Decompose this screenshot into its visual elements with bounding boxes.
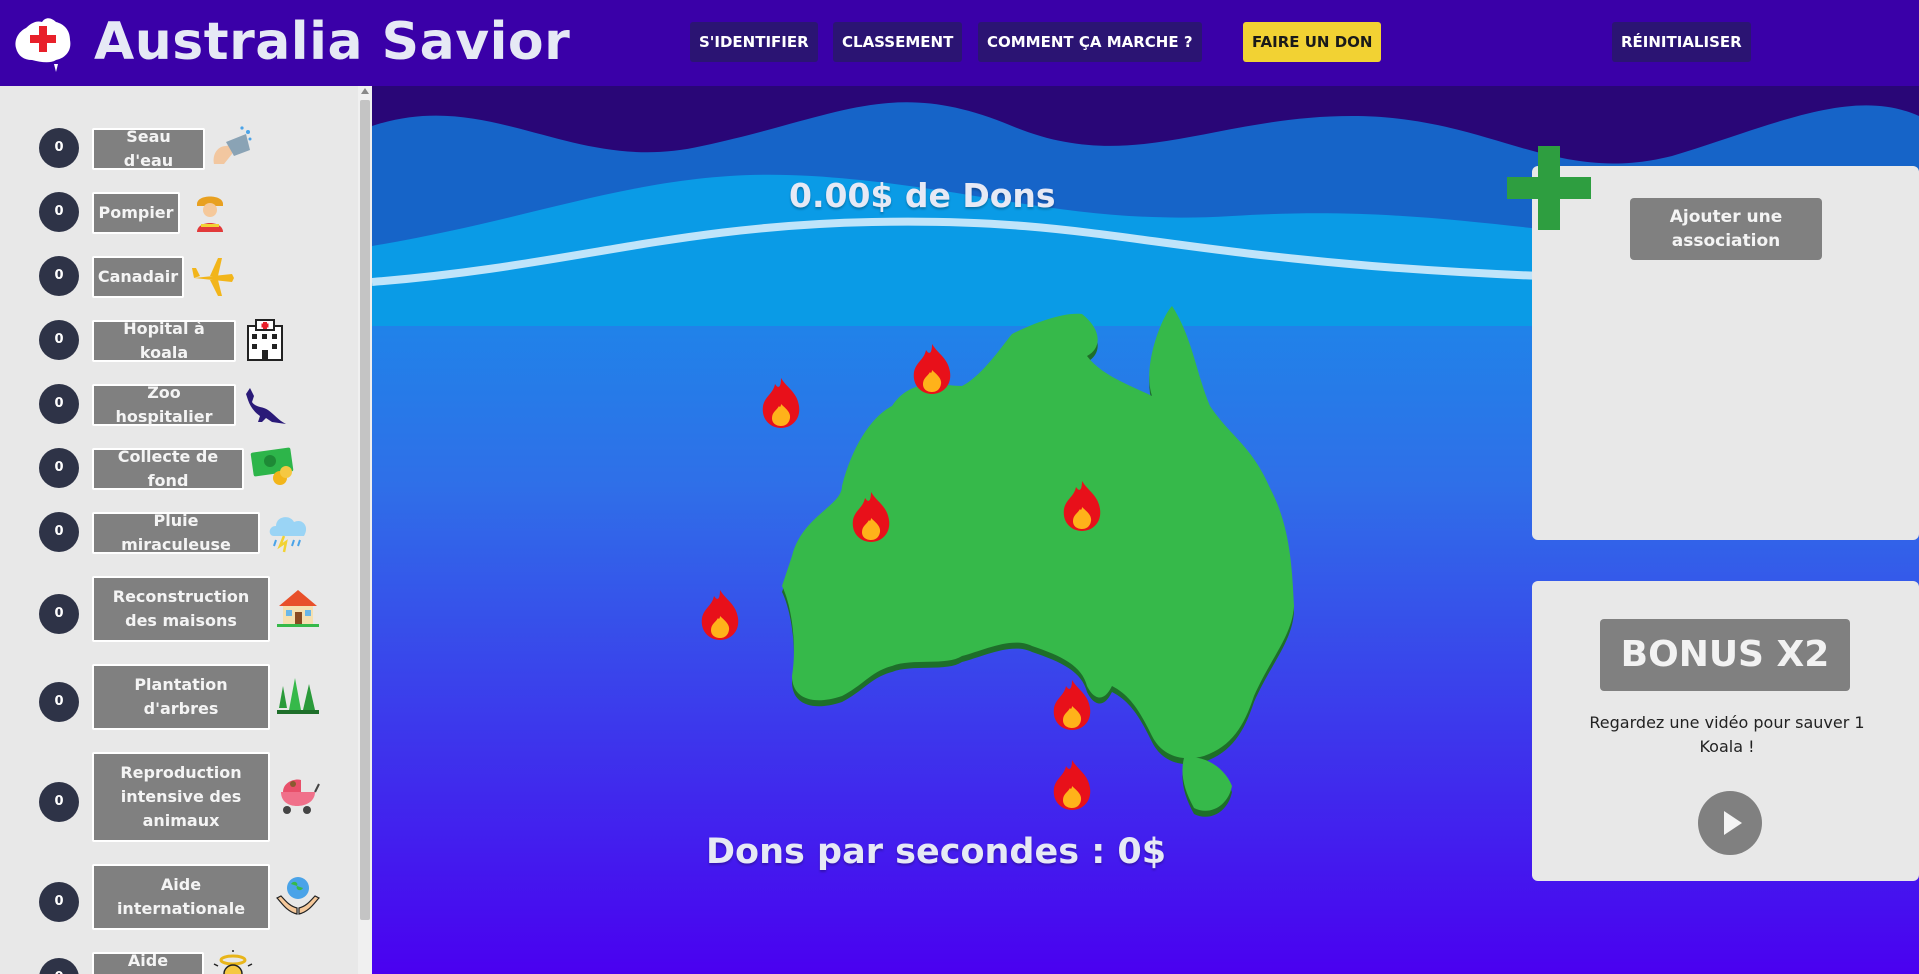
bonus-panel: BONUS X2 Regardez une vidéo pour sauver … bbox=[1532, 581, 1919, 881]
money-icon bbox=[250, 447, 294, 485]
upgrade-count: 0 bbox=[39, 448, 79, 488]
bonus-description: Regardez une vidéo pour sauver 1 Koala ! bbox=[1589, 713, 1865, 756]
fire-icon[interactable] bbox=[701, 590, 739, 640]
upgrade-button[interactable]: Pompier bbox=[92, 192, 180, 234]
upgrade-button[interactable]: Seau d'eau bbox=[92, 127, 205, 170]
scroll-up-arrow-icon[interactable] bbox=[361, 88, 369, 94]
upgrades-sidebar: 0 Seau d'eau 0 Pompier 0 Canadair 0 Hopi… bbox=[0, 86, 372, 974]
divine-icon bbox=[213, 950, 253, 974]
upgrade-button[interactable]: Aide internationale bbox=[92, 864, 270, 930]
firefighter-icon bbox=[197, 196, 223, 232]
kangaroo-icon bbox=[246, 388, 286, 424]
upgrade-button[interactable]: Reproduction intensive des animaux bbox=[92, 752, 270, 842]
upgrade-button[interactable]: Collecte de fond bbox=[92, 447, 244, 490]
upgrade-button[interactable]: Reconstruction des maisons bbox=[92, 576, 270, 642]
rain-cloud-icon bbox=[269, 517, 307, 553]
upgrade-count: 0 bbox=[39, 682, 79, 722]
fire-icon[interactable] bbox=[1053, 760, 1091, 810]
hospital-icon bbox=[247, 319, 283, 361]
reset-button[interactable]: RÉINITIALISER bbox=[1612, 22, 1751, 62]
upgrade-count: 0 bbox=[39, 958, 79, 974]
airplane-icon bbox=[192, 258, 234, 296]
upgrade-count: 0 bbox=[39, 782, 79, 822]
house-icon bbox=[277, 590, 319, 627]
fire-icon[interactable] bbox=[762, 378, 800, 428]
top-bar: Australia Savior S'IDENTIFIER CLASSEMENT… bbox=[0, 0, 1919, 86]
trees-icon bbox=[277, 678, 319, 714]
login-button[interactable]: S'IDENTIFIER bbox=[690, 22, 818, 62]
globe-hands-icon bbox=[275, 877, 321, 915]
donate-button[interactable]: FAIRE UN DON bbox=[1243, 22, 1382, 62]
upgrade-button[interactable]: Pluie miraculeuse bbox=[92, 511, 260, 554]
how-it-works-button[interactable]: COMMENT ÇA MARCHE ? bbox=[978, 22, 1202, 62]
stroller-icon bbox=[281, 779, 320, 814]
upgrade-count: 0 bbox=[39, 256, 79, 296]
upgrade-button[interactable]: Aide divine bbox=[92, 951, 204, 974]
upgrade-count: 0 bbox=[39, 128, 79, 168]
upgrade-button[interactable]: Canadair bbox=[92, 256, 184, 298]
fire-icon[interactable] bbox=[913, 344, 951, 394]
upgrade-count: 0 bbox=[39, 320, 79, 360]
sidebar-scrollbar-thumb[interactable] bbox=[360, 100, 370, 920]
app-title: Australia Savior bbox=[94, 12, 571, 72]
upgrade-count: 0 bbox=[39, 882, 79, 922]
green-plus-icon[interactable] bbox=[1507, 146, 1591, 230]
upgrade-count: 0 bbox=[39, 192, 79, 232]
add-association-button[interactable]: Ajouter une association bbox=[1630, 198, 1822, 260]
fire-icon[interactable] bbox=[1053, 680, 1091, 730]
upgrade-count: 0 bbox=[39, 512, 79, 552]
upgrade-button[interactable]: Hopital à koala bbox=[92, 319, 236, 362]
upgrade-count: 0 bbox=[39, 384, 79, 424]
upgrade-count: 0 bbox=[39, 594, 79, 634]
australia-logo-icon bbox=[15, 18, 71, 72]
ranking-button[interactable]: CLASSEMENT bbox=[833, 22, 963, 62]
upgrade-button[interactable]: Plantation d'arbres bbox=[92, 664, 270, 730]
donations-per-second: Dons par secondes : 0$ bbox=[706, 832, 1167, 872]
bonus-x2-button[interactable]: BONUS X2 bbox=[1600, 619, 1850, 691]
upgrade-button[interactable]: Zoo hospitalier bbox=[92, 383, 236, 426]
water-bucket-icon bbox=[213, 126, 252, 164]
play-icon bbox=[1724, 811, 1742, 835]
play-video-button[interactable] bbox=[1698, 791, 1762, 855]
